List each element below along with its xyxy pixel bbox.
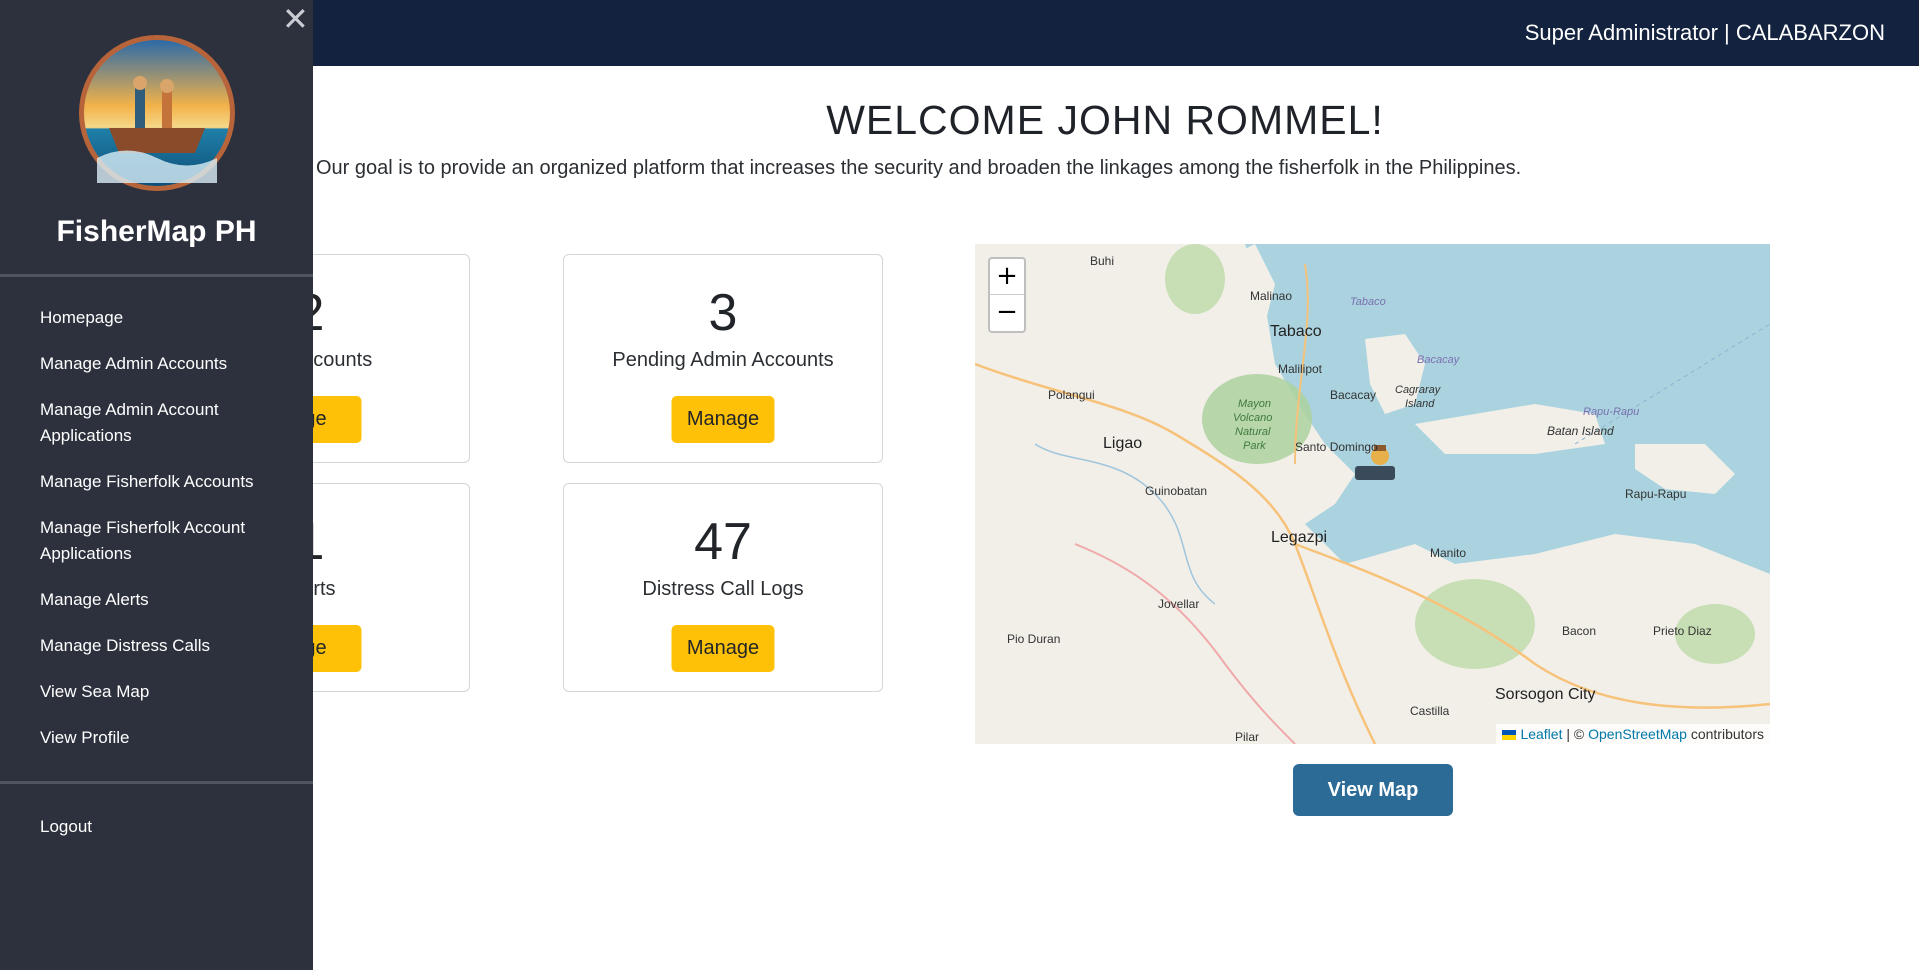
sea-map[interactable]: Buhi Malinao Tabaco Tabaco Bacacay Malil… xyxy=(975,244,1770,744)
fishermap-logo xyxy=(79,35,235,191)
openstreetmap-link[interactable]: OpenStreetMap xyxy=(1588,726,1687,742)
map-label-pilar: Pilar xyxy=(1235,730,1260,744)
attribution-separator: | © xyxy=(1562,726,1589,742)
map-label-guinobatan: Guinobatan xyxy=(1145,484,1208,498)
stat-card-distress-call-logs: 47 Distress Call Logs Manage xyxy=(563,483,883,692)
view-map-button[interactable]: View Map xyxy=(1293,764,1453,816)
page: Super Administrator | CALABARZON WELCOME… xyxy=(0,0,1919,970)
map-label-santo-domingo: Santo Domingo xyxy=(1295,440,1378,454)
map-label-tabaco-bay: Tabaco xyxy=(1350,296,1386,308)
sidebar-item-view-profile[interactable]: View Profile xyxy=(40,725,300,751)
stat-count: 47 xyxy=(694,513,752,571)
map-label-natural: Natural xyxy=(1235,426,1271,438)
map-label-ligao: Ligao xyxy=(1103,435,1143,452)
map-label-buhi: Buhi xyxy=(1090,254,1115,268)
map-label-bacacay-water: Bacacay xyxy=(1417,354,1460,366)
manage-button[interactable]: Manage xyxy=(671,396,775,443)
map-label-jovellar: Jovellar xyxy=(1158,597,1200,611)
map-label-prieto-diaz: Prieto Diaz xyxy=(1653,624,1712,638)
sidebar: ✕ FisherMap PH Homepage Manage Admin Acc… xyxy=(0,0,313,970)
stat-card-pending-admin-accounts: 3 Pending Admin Accounts Manage xyxy=(563,254,883,463)
map-label-island: Island xyxy=(1405,398,1435,410)
map-label-batan-island: Batan Island xyxy=(1547,424,1614,438)
zoom-control: + − xyxy=(988,257,1026,333)
map-label-park: Park xyxy=(1243,440,1266,452)
sidebar-item-manage-distress-calls[interactable]: Manage Distress Calls xyxy=(40,633,300,659)
map-label-castilla: Castilla xyxy=(1410,704,1450,718)
map-label-bacon: Bacon xyxy=(1562,624,1597,638)
brand-name: FisherMap PH xyxy=(56,215,257,248)
map-label-legazpi: Legazpi xyxy=(1271,529,1328,546)
map-attribution: Leaflet | © OpenStreetMap contributors xyxy=(1496,724,1770,744)
ukraine-flag-icon xyxy=(1502,730,1517,741)
sidebar-item-manage-fisherfolk-account-applications[interactable]: Manage Fisherfolk Account Applications xyxy=(40,515,300,567)
stat-label: Distress Call Logs xyxy=(642,578,804,600)
logout-link[interactable]: Logout xyxy=(40,817,92,837)
map-label-sorsogon-city: Sorsogon City xyxy=(1495,686,1596,703)
map-label-mayon: Mayon xyxy=(1238,398,1272,410)
leaflet-link[interactable]: Leaflet xyxy=(1520,726,1562,742)
mission-statement: Our goal is to provide an organized plat… xyxy=(316,157,1522,179)
sidebar-divider xyxy=(0,274,313,277)
map-label-volcano: Volcano xyxy=(1233,412,1273,424)
stat-label: Pending Admin Accounts xyxy=(612,349,834,371)
manage-button[interactable]: Manage xyxy=(671,625,775,672)
user-role-region: Super Administrator | CALABARZON xyxy=(1524,20,1885,45)
sidebar-item-manage-alerts[interactable]: Manage Alerts xyxy=(40,587,300,613)
map-label-cagraray: Cagraray xyxy=(1395,384,1441,396)
map-label-malilipot: Malilipot xyxy=(1278,362,1323,376)
sidebar-divider xyxy=(0,781,313,784)
map-label-malinao: Malinao xyxy=(1250,289,1293,303)
sidebar-item-view-sea-map[interactable]: View Sea Map xyxy=(40,679,300,705)
attribution-contributors: contributors xyxy=(1686,726,1764,742)
map-label-manito: Manito xyxy=(1430,546,1467,560)
map-label-rapu-rapu: Rapu-Rapu xyxy=(1625,487,1687,501)
forest-patch xyxy=(1165,244,1225,314)
sidebar-item-manage-admin-accounts[interactable]: Manage Admin Accounts xyxy=(40,351,300,377)
sidebar-item-manage-fisherfolk-accounts[interactable]: Manage Fisherfolk Accounts xyxy=(40,469,300,495)
sidebar-item-manage-admin-account-applications[interactable]: Manage Admin Account Applications xyxy=(40,397,300,449)
zoom-in-button[interactable]: + xyxy=(990,259,1024,295)
zoom-out-button[interactable]: − xyxy=(990,295,1024,331)
map-label-bacacay: Bacacay xyxy=(1330,388,1377,402)
map-label-rapu-water: Rapu-Rapu xyxy=(1583,406,1640,418)
welcome-heading: WELCOME JOHN ROMMEL! xyxy=(826,97,1384,143)
map-label-pio-duran: Pio Duran xyxy=(1007,632,1061,646)
close-icon[interactable]: ✕ xyxy=(282,3,309,35)
map-label-polangui: Polangui xyxy=(1048,388,1095,402)
map-label-tabaco: Tabaco xyxy=(1270,323,1322,340)
sidebar-nav: Homepage Manage Admin Accounts Manage Ad… xyxy=(40,305,300,771)
stat-count: 3 xyxy=(708,284,738,342)
sidebar-item-homepage[interactable]: Homepage xyxy=(40,305,300,331)
